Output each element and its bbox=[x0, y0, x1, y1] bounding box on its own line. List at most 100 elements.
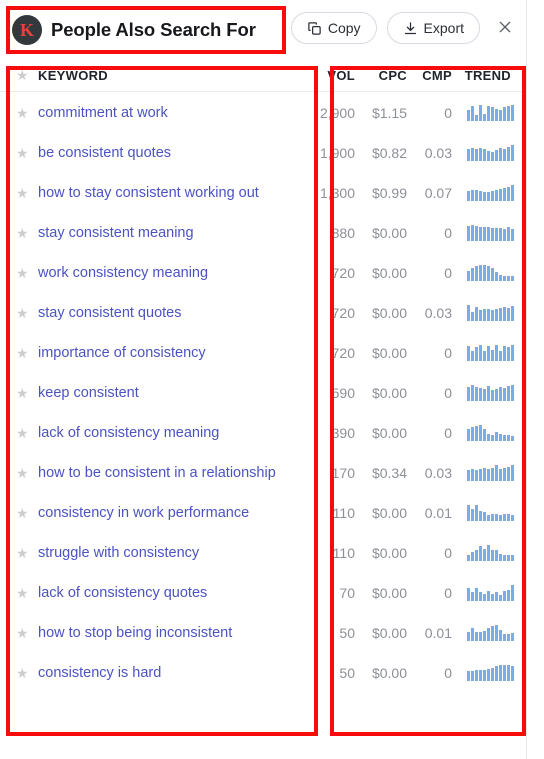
sparkline-bar bbox=[483, 512, 486, 521]
trend-cell bbox=[452, 665, 514, 681]
cmp-value: 0.03 bbox=[424, 145, 452, 161]
table-row[interactable]: ★ how to stop being inconsistent 50 $0.00 0.… bbox=[0, 613, 526, 653]
table-row[interactable]: ★ lack of consistency quotes 70 $0.00 0 bbox=[0, 573, 526, 613]
sparkline-bar bbox=[487, 591, 490, 601]
keyword-link[interactable]: work consistency meaning bbox=[38, 264, 307, 283]
sparkline-bar bbox=[499, 228, 502, 241]
sparkline-bar bbox=[495, 432, 498, 441]
favorite-star-icon[interactable]: ★ bbox=[12, 386, 38, 400]
favorite-star-icon[interactable]: ★ bbox=[12, 146, 38, 160]
cmp-value: 0.01 bbox=[424, 505, 452, 521]
sparkline-bar bbox=[503, 346, 506, 361]
sparkline-bar bbox=[483, 549, 486, 561]
keyword-link[interactable]: stay consistent meaning bbox=[38, 224, 307, 243]
sparkline-bar bbox=[507, 386, 510, 401]
table-row[interactable]: ★ consistency in work performance 110 $0.00… bbox=[0, 493, 526, 533]
keyword-link[interactable]: how to stop being inconsistent bbox=[38, 624, 307, 643]
favorite-star-icon[interactable]: ★ bbox=[12, 226, 38, 240]
sparkline-bar bbox=[511, 276, 514, 281]
table-row[interactable]: ★ commitment at work 2,900 $1.15 0 bbox=[0, 93, 526, 133]
volume-value: 720 bbox=[331, 345, 355, 361]
close-button[interactable] bbox=[492, 15, 518, 41]
trend-cell bbox=[452, 545, 514, 561]
keyword-link[interactable]: consistency is hard bbox=[38, 664, 307, 683]
keyword-link[interactable]: consistency in work performance bbox=[38, 504, 307, 523]
sparkline-bar bbox=[507, 467, 510, 481]
cpc-value: $0.34 bbox=[371, 465, 407, 481]
sparkline-bar bbox=[503, 276, 506, 281]
sparkline-bar bbox=[499, 351, 502, 361]
table-row[interactable]: ★ importance of consistency 720 $0.00 0 bbox=[0, 333, 526, 373]
keyword-link[interactable]: struggle with consistency bbox=[38, 544, 307, 563]
keyword-link[interactable]: how to be consistent in a relationship bbox=[38, 464, 307, 483]
keyword-link[interactable]: lack of consistency meaning bbox=[38, 424, 307, 443]
sparkline-bar bbox=[503, 634, 506, 641]
favorite-star-icon[interactable]: ★ bbox=[12, 106, 38, 120]
cpc-value: $0.82 bbox=[371, 145, 407, 161]
table-row[interactable]: ★ how to stay consistent working out 1,300… bbox=[0, 173, 526, 213]
column-header-cpc: CPC bbox=[378, 67, 407, 83]
sparkline-bar bbox=[499, 469, 502, 481]
sparkline-bar bbox=[483, 149, 486, 161]
cpc-value: $0.00 bbox=[371, 545, 407, 561]
sparkline-bar bbox=[503, 514, 506, 521]
sparkline-bar bbox=[503, 468, 506, 481]
sparkline-bar bbox=[475, 670, 478, 681]
keyword-link[interactable]: importance of consistency bbox=[38, 344, 307, 363]
keyword-link[interactable]: stay consistent quotes bbox=[38, 304, 307, 323]
sparkline-bar bbox=[491, 550, 494, 561]
sparkline-bar bbox=[503, 388, 506, 401]
keyword-link[interactable]: how to stay consistent working out bbox=[38, 184, 307, 203]
keyword-link[interactable]: commitment at work bbox=[38, 104, 307, 123]
volume-value: 110 bbox=[332, 505, 355, 521]
trend-cell bbox=[452, 345, 514, 361]
favorite-star-icon[interactable]: ★ bbox=[12, 666, 38, 680]
table-row[interactable]: ★ stay consistent meaning 880 $0.00 0 bbox=[0, 213, 526, 253]
favorite-star-icon[interactable]: ★ bbox=[12, 546, 38, 560]
sparkline-bar bbox=[471, 427, 474, 441]
sparkline-bar bbox=[471, 190, 474, 201]
table-row[interactable]: ★ stay consistent quotes 720 $0.00 0.03 bbox=[0, 293, 526, 333]
favorite-star-icon[interactable]: ★ bbox=[12, 466, 38, 480]
sparkline-bar bbox=[499, 595, 502, 601]
cmp-value: 0 bbox=[444, 105, 452, 121]
table-row[interactable]: ★ be consistent quotes 1,900 $0.82 0.03 bbox=[0, 133, 526, 173]
cmp-value: 0.01 bbox=[424, 625, 452, 641]
sparkline-bar bbox=[479, 469, 482, 481]
favorite-star-icon[interactable]: ★ bbox=[12, 346, 38, 360]
favorite-star-icon[interactable]: ★ bbox=[12, 186, 38, 200]
table-row[interactable]: ★ keep consistent 590 $0.00 0 bbox=[0, 373, 526, 413]
sparkline-bar bbox=[495, 389, 498, 401]
favorite-star-icon[interactable]: ★ bbox=[12, 306, 38, 320]
table-row[interactable]: ★ consistency is hard 50 $0.00 0 bbox=[0, 653, 526, 693]
favorite-star-icon[interactable]: ★ bbox=[12, 626, 38, 640]
sparkline-bar bbox=[491, 668, 494, 681]
sparkline-bar bbox=[467, 110, 470, 121]
export-button[interactable]: Export bbox=[386, 12, 480, 44]
keyword-link[interactable]: keep consistent bbox=[38, 384, 307, 403]
table-row[interactable]: ★ how to be consistent in a relationship 1… bbox=[0, 453, 526, 493]
favorite-star-icon[interactable]: ★ bbox=[12, 266, 38, 280]
table-row[interactable]: ★ struggle with consistency 110 $0.00 0 bbox=[0, 533, 526, 573]
sparkline-bar bbox=[511, 585, 514, 601]
keyword-link[interactable]: be consistent quotes bbox=[38, 144, 307, 163]
panel-header: K People Also Search For Copy Export bbox=[0, 0, 526, 59]
table-row[interactable]: ★ lack of consistency meaning 390 $0.00 0 bbox=[0, 413, 526, 453]
favorite-star-icon[interactable]: ★ bbox=[12, 506, 38, 520]
cpc-value: $0.00 bbox=[371, 345, 407, 361]
sparkline-bar bbox=[511, 105, 514, 121]
favorite-star-icon[interactable]: ★ bbox=[12, 426, 38, 440]
sparkline-bar bbox=[483, 389, 486, 401]
cmp-value: 0 bbox=[444, 385, 452, 401]
table-row[interactable]: ★ work consistency meaning 720 $0.00 0 bbox=[0, 253, 526, 293]
sparkline-bar bbox=[491, 228, 494, 241]
favorite-star-icon[interactable]: ★ bbox=[12, 586, 38, 600]
copy-button[interactable]: Copy bbox=[290, 12, 377, 44]
sparkline-bar bbox=[511, 666, 514, 681]
sparkline-bar bbox=[511, 465, 514, 481]
sparkline-bar bbox=[467, 588, 470, 601]
keyword-link[interactable]: lack of consistency quotes bbox=[38, 584, 307, 603]
sparkline-bar bbox=[467, 671, 470, 681]
sparkline-bar bbox=[471, 268, 474, 281]
volume-value: 720 bbox=[331, 305, 355, 321]
